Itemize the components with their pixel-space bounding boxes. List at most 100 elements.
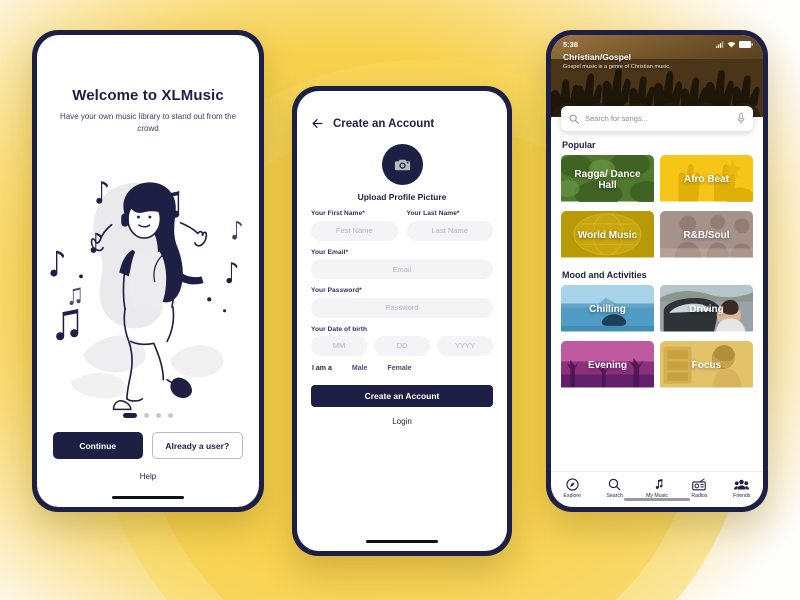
signal-icon (716, 41, 724, 48)
tile-label: World Music (577, 230, 638, 242)
mood-tile-grid: Chilling Driving Evening Focus (561, 285, 753, 391)
tile-label: Focus (691, 360, 722, 372)
pagination-dot-1[interactable] (123, 413, 137, 418)
email-label: Your Email* (311, 248, 349, 256)
tile-label: Evening (588, 360, 627, 372)
dob-year-input[interactable] (437, 335, 493, 356)
pagination-dot-4[interactable] (168, 413, 173, 418)
last-name-group: Your Last Name* (406, 210, 493, 241)
tile-label: Chilling (589, 304, 626, 316)
tile-world-music[interactable]: World Music (561, 211, 654, 261)
radio-icon (692, 478, 707, 491)
microphone-icon[interactable] (737, 113, 745, 124)
popular-tile-grid: Ragga/ Dance Hall Afro Beat World Music … (561, 155, 753, 261)
already-a-user-button[interactable]: Already a user? (151, 432, 243, 459)
search-input[interactable]: Search for songs... (585, 114, 731, 123)
signup-screen: Create an Account Upload Profile Picture… (297, 91, 507, 551)
tile-afro-beat[interactable]: Afro Beat (660, 155, 753, 205)
password-input[interactable] (311, 297, 493, 318)
last-name-input[interactable] (406, 220, 493, 241)
nav-item-friends[interactable]: Friends (721, 478, 763, 499)
tile-label: Driving (689, 304, 724, 316)
banner-subtitle: Gospel music is a genre of Christian mus… (563, 64, 671, 70)
gender-label: I am a (312, 364, 332, 372)
name-row: Your First Name* Your Last Name* (311, 210, 493, 241)
camera-icon (394, 159, 410, 171)
first-name-group: Your First Name* (311, 210, 398, 241)
status-bar: 5:38 (551, 35, 763, 49)
tile-evening[interactable]: Evening (561, 341, 654, 391)
home-indicator (112, 496, 184, 499)
onboarding-button-row: Continue Already a user? (37, 432, 259, 459)
first-name-label: Your First Name* (311, 210, 365, 217)
explore-screen: 5:38 Christian/Gospel Gospel music is a … (551, 35, 763, 507)
tile-ragga-dance-hall[interactable]: Ragga/ Dance Hall (561, 155, 654, 205)
nav-item-explore[interactable]: Explore (551, 478, 593, 499)
home-indicator (624, 498, 690, 501)
nav-label: Friends (733, 493, 751, 499)
featured-banner[interactable]: 5:38 Christian/Gospel Gospel music is a … (551, 35, 763, 117)
dob-label: Your Date of birth (311, 325, 368, 333)
banner-text-block: Christian/Gospel Gospel music is a genre… (551, 49, 763, 70)
page-title: Create an Account (333, 117, 435, 130)
pagination-dot-3[interactable] (156, 413, 161, 418)
banner-title: Christian/Gospel (563, 52, 632, 62)
nav-label: Explore (563, 493, 581, 499)
tile-rnb-soul[interactable]: R&B/Soul (660, 211, 753, 261)
upload-profile-picture-label: Upload Profile Picture (357, 192, 447, 202)
section-title-mood-and-activities: Mood and Activities (562, 270, 647, 280)
back-arrow-icon[interactable] (311, 117, 324, 130)
nav-item-search[interactable]: Search (593, 478, 635, 499)
continue-button[interactable]: Continue (53, 432, 143, 459)
search-bar[interactable]: Search for songs... (561, 106, 753, 131)
bottom-navigation: Explore Search My Music Radios Friends (551, 471, 763, 507)
tile-driving[interactable]: Driving (660, 285, 753, 335)
search-icon (569, 114, 579, 124)
login-link[interactable]: Login (311, 417, 493, 426)
onboarding-pagination[interactable] (37, 413, 259, 418)
tile-label: R&B/Soul (683, 230, 730, 242)
tile-chilling[interactable]: Chilling (561, 285, 654, 335)
page-subtitle: Have your own music library to stand out… (59, 112, 237, 133)
phone-explore: 5:38 Christian/Gospel Gospel music is a … (546, 30, 768, 512)
upload-avatar-button[interactable] (381, 144, 423, 185)
last-name-label: Your Last Name* (406, 210, 460, 217)
nav-item-radios[interactable]: Radios (678, 478, 720, 499)
nav-label: Radios (691, 493, 708, 499)
wifi-icon (727, 42, 736, 48)
compass-icon (566, 478, 579, 491)
first-name-input[interactable] (311, 220, 398, 241)
gender-option-male[interactable]: Male (352, 365, 368, 372)
create-account-button[interactable]: Create an Account (311, 384, 493, 407)
dob-day-input[interactable] (374, 335, 430, 356)
gender-group: I am a Male Female (311, 365, 493, 372)
help-link[interactable]: Help (37, 472, 259, 481)
dob-month-input[interactable] (311, 335, 367, 356)
tile-focus[interactable]: Focus (660, 341, 753, 391)
onboarding-screen: Welcome to XLMusic Have your own music l… (37, 35, 259, 507)
battery-icon (739, 41, 753, 48)
status-icons (716, 41, 753, 48)
gender-option-female[interactable]: Female (387, 365, 411, 372)
pagination-dot-2[interactable] (144, 413, 149, 418)
page-title: Welcome to XLMusic (72, 87, 224, 104)
tile-label: Afro Beat (683, 174, 729, 186)
explore-content[interactable]: Popular Ragga/ Dance Hall Afro Beat Worl… (551, 131, 763, 471)
dob-group: Your Date of birth (311, 326, 493, 356)
signup-header: Create an Account (311, 117, 493, 130)
password-label: Your Password* (311, 287, 362, 294)
dob-inputs (311, 335, 493, 356)
home-indicator (366, 540, 438, 543)
search-icon (608, 478, 621, 491)
section-title-popular: Popular (562, 140, 596, 150)
phone-signup: Create an Account Upload Profile Picture… (292, 86, 512, 556)
music-note-icon (655, 479, 662, 489)
app-mockup-canvas: Welcome to XLMusic Have your own music l… (0, 0, 800, 600)
status-time: 5:38 (563, 40, 579, 49)
friends-icon (734, 479, 750, 490)
email-input[interactable] (311, 259, 493, 279)
password-group: Your Password* (311, 287, 493, 318)
email-group: Your Email* (311, 248, 493, 279)
nav-item-my-music[interactable]: My Music (636, 478, 678, 499)
tile-label: Ragga/ Dance Hall (574, 168, 641, 191)
